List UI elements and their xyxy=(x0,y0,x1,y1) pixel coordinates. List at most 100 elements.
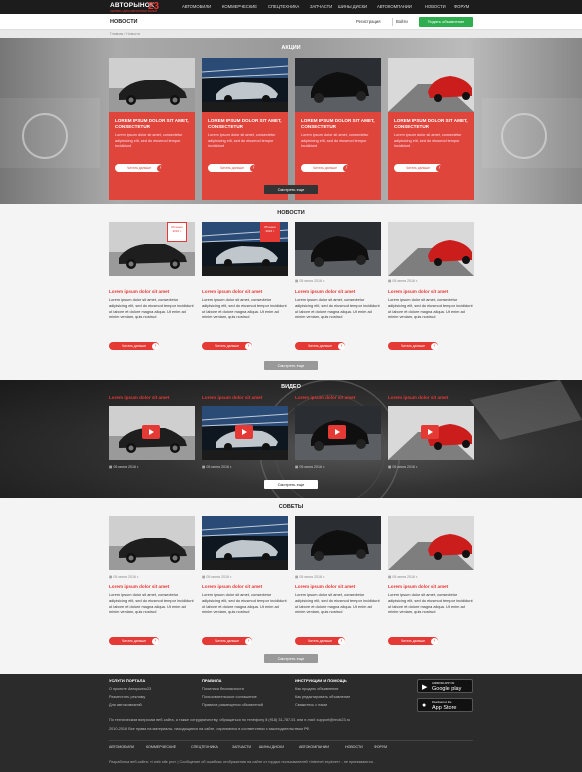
play-icon[interactable] xyxy=(421,425,439,439)
footer-nav-item[interactable]: АВТОМОБИЛИ xyxy=(109,745,134,749)
footer-nav-item[interactable]: СПЕЦТЕХНИКА xyxy=(191,745,218,749)
card-image[interactable] xyxy=(109,516,195,570)
footer-nav-item[interactable]: НОВОСТИ xyxy=(345,745,363,749)
card-title[interactable]: Lorem ipsum dolor sit amet xyxy=(109,289,195,294)
promo-card: LOREM IPSUM DOLOR SIT AMET, CONSECTETUR … xyxy=(295,58,381,200)
store-name: Google play xyxy=(432,685,462,692)
card-title[interactable]: Lorem ipsum dolor sit amet xyxy=(295,289,381,294)
card-title[interactable]: Lorem ipsum dolor sit amet xyxy=(388,584,474,589)
nav-item-news[interactable]: НОВОСТИ xyxy=(425,4,446,9)
card-title[interactable]: LOREM IPSUM DOLOR SIT AMET, CONSECTETUR xyxy=(301,118,377,130)
date-badge: 05 июня 2016 г. xyxy=(260,222,280,242)
card-image[interactable] xyxy=(109,58,195,112)
read-more-button[interactable]: Читать дальше xyxy=(208,164,256,172)
card-title[interactable]: LOREM IPSUM DOLOR SIT AMET, CONSECTETUR xyxy=(208,118,284,130)
nav-item-cars[interactable]: АВТОМОБИЛИ xyxy=(182,4,211,9)
card-image[interactable] xyxy=(388,58,474,112)
news-card: ▦ 05 июня 2016 г. Lorem ipsum dolor sit … xyxy=(388,222,474,372)
card-title[interactable]: Lorem ipsum dolor sit amet xyxy=(202,584,288,589)
news-card: 05 июня 2016 г. Lorem ipsum dolor sit am… xyxy=(202,222,288,372)
card-title[interactable]: Lorem ipsum dolor sit amet xyxy=(295,584,381,589)
footer-link[interactable]: Как редактировать объявление xyxy=(295,695,350,699)
date-text: 05 июня 2016 г. xyxy=(299,465,325,469)
arrow-right-icon[interactable]: › xyxy=(436,164,443,172)
video-card[interactable] xyxy=(202,406,288,460)
see-more-button[interactable]: Смотреть еще xyxy=(264,480,318,489)
read-more-button[interactable]: Читать дальше xyxy=(394,164,442,172)
video-title[interactable]: Lorem ipsum dolor sit amet xyxy=(109,395,169,400)
top-navbar: АВТОРЫНОК СЕРВИС ДЛЯ АВТОЛЮБИТЕЛЕЙ 23 АВ… xyxy=(0,0,582,14)
footer-link[interactable]: О проекте Авторынок23 xyxy=(109,687,151,691)
footer-link[interactable]: Для автокомпаний xyxy=(109,703,142,707)
register-link[interactable]: Регистрация xyxy=(356,19,380,24)
video-title[interactable]: Lorem ipsum dolor sit amet xyxy=(295,395,355,400)
arrow-right-icon[interactable]: › xyxy=(338,637,345,645)
arrow-right-icon[interactable]: › xyxy=(152,637,159,645)
card-title[interactable]: Lorem ipsum dolor sit amet xyxy=(202,289,288,294)
play-icon[interactable] xyxy=(235,425,253,439)
nav-item-forum[interactable]: ФОРУМ xyxy=(454,4,469,9)
card-title[interactable]: LOREM IPSUM DOLOR SIT AMET, CONSECTETUR xyxy=(115,118,191,130)
arrow-right-icon[interactable]: › xyxy=(152,342,159,350)
promo-card: LOREM IPSUM DOLOR SIT AMET, CONSECTETUR … xyxy=(109,58,195,200)
arrow-right-icon[interactable]: › xyxy=(245,342,252,350)
play-icon[interactable] xyxy=(328,425,346,439)
card-image[interactable] xyxy=(295,58,381,112)
arrow-right-icon[interactable]: › xyxy=(250,164,257,172)
card-image[interactable] xyxy=(202,516,288,570)
card-image[interactable] xyxy=(295,222,381,276)
nav-item-special[interactable]: СПЕЦТЕХНИКА xyxy=(268,4,299,9)
footer-nav-item[interactable]: ЗАПЧАСТИ xyxy=(232,745,251,749)
footer-nav-item[interactable]: ФОРУМ xyxy=(374,745,387,749)
arrow-right-icon[interactable]: › xyxy=(343,164,350,172)
promo-card: LOREM IPSUM DOLOR SIT AMET, CONSECTETUR … xyxy=(202,58,288,200)
card-title[interactable]: LOREM IPSUM DOLOR SIT AMET, CONSECTETUR xyxy=(394,118,470,130)
video-card[interactable] xyxy=(109,406,195,460)
login-link[interactable]: Войти xyxy=(396,19,408,24)
see-more-button[interactable]: Смотреть еще xyxy=(264,185,318,194)
video-card[interactable] xyxy=(295,406,381,460)
footer-link[interactable]: Как продать объявление xyxy=(295,687,338,691)
card-image[interactable] xyxy=(388,222,474,276)
footer-link[interactable]: Политика безопасности xyxy=(202,687,244,691)
divider xyxy=(109,740,473,741)
footer-nav-item[interactable]: АВТОКОМПАНИИ xyxy=(299,745,329,749)
add-listing-button[interactable]: Подать объявление xyxy=(419,17,473,27)
footer-link[interactable]: Правила размещения объявлений xyxy=(202,703,263,707)
see-more-button[interactable]: Смотреть еще xyxy=(264,654,318,663)
apple-icon: ● xyxy=(422,702,427,709)
nav-item-commercial[interactable]: КОММЕРЧЕСКИЕ xyxy=(222,4,257,9)
read-more-button[interactable]: Читать дальше xyxy=(301,164,349,172)
app-store-button[interactable]: ● Download on the App Store xyxy=(417,698,473,712)
card-image[interactable] xyxy=(295,516,381,570)
breadcrumb[interactable]: Главная / Новости xyxy=(110,32,140,36)
date-text: 05 июня 2016 г. xyxy=(392,279,418,283)
footer-link[interactable]: Разместить рекламу xyxy=(109,695,145,699)
nav-item-parts[interactable]: ЗАПЧАСТИ xyxy=(310,4,332,9)
card-image[interactable] xyxy=(388,516,474,570)
arrow-right-icon[interactable]: › xyxy=(338,342,345,350)
nav-item-companies[interactable]: АВТОКОМПАНИИ xyxy=(377,4,412,9)
arrow-right-icon[interactable]: › xyxy=(431,637,438,645)
nav-item-tires[interactable]: ШИНЫ ДИСКИ xyxy=(338,4,367,9)
footer-link[interactable]: Свяжитесь с нами xyxy=(295,703,327,707)
divider xyxy=(392,18,393,26)
card-title[interactable]: Lorem ipsum dolor sit amet xyxy=(109,584,195,589)
section-title: НОВОСТИ xyxy=(277,210,305,216)
footer-nav-item[interactable]: КОММЕРЧЕСКИЕ xyxy=(146,745,176,749)
footer-link[interactable]: Пользовательское соглашение xyxy=(202,695,257,699)
read-more-button[interactable]: Читать дальше xyxy=(115,164,163,172)
video-card[interactable] xyxy=(388,406,474,460)
site-logo[interactable]: АВТОРЫНОК СЕРВИС ДЛЯ АВТОЛЮБИТЕЛЕЙ 23 xyxy=(110,1,165,13)
arrow-right-icon[interactable]: › xyxy=(157,164,164,172)
card-title[interactable]: Lorem ipsum dolor sit amet xyxy=(388,289,474,294)
google-play-button[interactable]: ▶ ANDROID APP ON Google play xyxy=(417,679,473,693)
play-icon[interactable] xyxy=(142,425,160,439)
see-more-button[interactable]: Смотреть еще xyxy=(264,361,318,370)
arrow-right-icon[interactable]: › xyxy=(431,342,438,350)
video-title[interactable]: Lorem ipsum dolor sit amet xyxy=(202,395,262,400)
video-title[interactable]: Lorem ipsum dolor sit amet xyxy=(388,395,448,400)
footer-nav-item[interactable]: ШИНЫ ДИСКИ xyxy=(259,745,284,749)
arrow-right-icon[interactable]: › xyxy=(245,637,252,645)
card-image[interactable] xyxy=(202,58,288,112)
